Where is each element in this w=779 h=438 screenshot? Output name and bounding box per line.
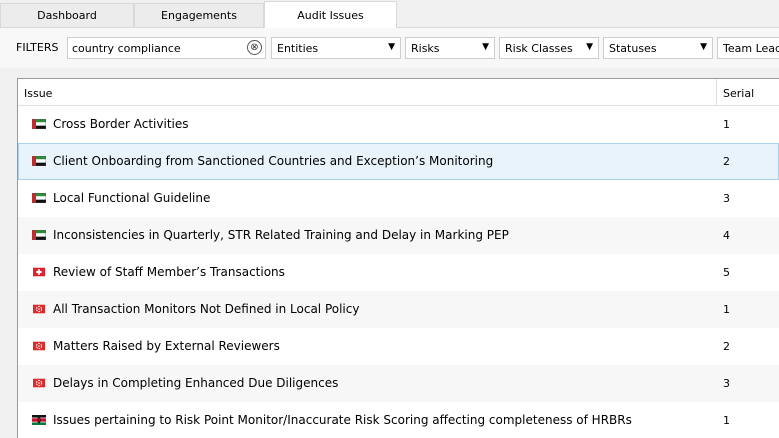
tab-dashboard[interactable]: Dashboard: [0, 3, 134, 27]
risks-dropdown[interactable]: Risks ▼: [405, 37, 495, 59]
issue-title: Delays in Completing Enhanced Due Dilige…: [53, 376, 339, 390]
dropdown-label: Statuses: [609, 42, 657, 55]
tab-audit-issues[interactable]: Audit Issues: [264, 1, 397, 28]
team-leads-dropdown[interactable]: Team Leads: [717, 37, 779, 59]
issue-serial: 2: [723, 155, 730, 168]
table-row[interactable]: Inconsistencies in Quarterly, STR Relate…: [18, 217, 779, 254]
swiss-flag-icon: [33, 267, 45, 277]
issue-serial: 1: [723, 303, 730, 316]
table-row[interactable]: Delays in Completing Enhanced Due Dilige…: [18, 365, 779, 402]
issue-title: Matters Raised by External Reviewers: [53, 339, 280, 353]
dropdown-label: Team Leads: [723, 42, 779, 55]
dropdown-label: Entities: [277, 42, 319, 55]
issue-serial: 2: [723, 340, 730, 353]
issue-title: Inconsistencies in Quarterly, STR Relate…: [53, 228, 509, 242]
kenya-flag-icon: [32, 415, 46, 425]
table-row[interactable]: Review of Staff Member’s Transactions 5: [18, 254, 779, 291]
dropdown-label: Risk Classes: [505, 42, 573, 55]
chevron-down-icon: ▼: [482, 42, 489, 52]
table-row[interactable]: Local Functional Guideline 3: [18, 180, 779, 217]
issue-title: Review of Staff Member’s Transactions: [53, 265, 285, 279]
issue-title: Cross Border Activities: [53, 117, 189, 131]
table-row[interactable]: Issues pertaining to Risk Point Monitor/…: [18, 402, 779, 438]
hong-kong-flag-icon: [33, 378, 45, 388]
issue-serial: 3: [723, 377, 730, 390]
search-input[interactable]: country compliance ⊗: [67, 37, 266, 59]
tab-label: Engagements: [161, 9, 237, 22]
issue-serial: 3: [723, 192, 730, 205]
table-header: Issue Serial: [18, 79, 779, 106]
issue-serial: 5: [723, 266, 730, 279]
issue-serial: 1: [723, 414, 730, 427]
table-row[interactable]: All Transaction Monitors Not Defined in …: [18, 291, 779, 328]
issue-serial: 1: [723, 118, 730, 131]
tab-engagements[interactable]: Engagements: [134, 3, 264, 27]
chevron-down-icon: ▼: [388, 42, 395, 52]
filters-label: FILTERS: [16, 41, 59, 54]
entities-dropdown[interactable]: Entities ▼: [271, 37, 401, 59]
filter-bar: FILTERS country compliance ⊗ Entities ▼ …: [0, 28, 779, 68]
column-divider: [716, 79, 717, 105]
issue-title: All Transaction Monitors Not Defined in …: [53, 302, 360, 316]
uae-flag-icon: [32, 156, 46, 166]
hong-kong-flag-icon: [33, 341, 45, 351]
uae-flag-icon: [32, 230, 46, 240]
hong-kong-flag-icon: [33, 304, 45, 314]
issue-serial: 4: [723, 229, 730, 242]
risk-classes-dropdown[interactable]: Risk Classes ▼: [499, 37, 599, 59]
dropdown-label: Risks: [411, 42, 440, 55]
issue-title: Issues pertaining to Risk Point Monitor/…: [53, 413, 632, 427]
uae-flag-icon: [32, 119, 46, 129]
table-row-selected[interactable]: Client Onboarding from Sanctioned Countr…: [18, 143, 779, 180]
chevron-down-icon: ▼: [586, 42, 593, 52]
tab-bar: Dashboard Engagements Audit Issues: [0, 0, 779, 28]
table-row[interactable]: Cross Border Activities 1: [18, 106, 779, 143]
column-header-serial[interactable]: Serial: [723, 87, 754, 100]
table-row[interactable]: Matters Raised by External Reviewers 2: [18, 328, 779, 365]
statuses-dropdown[interactable]: Statuses ▼: [603, 37, 713, 59]
search-value: country compliance: [72, 42, 181, 55]
uae-flag-icon: [32, 193, 46, 203]
column-header-issue[interactable]: Issue: [24, 87, 52, 100]
issue-title: Client Onboarding from Sanctioned Countr…: [53, 154, 494, 168]
tab-label: Audit Issues: [297, 8, 364, 22]
chevron-down-icon: ▼: [700, 42, 707, 52]
issue-title: Local Functional Guideline: [53, 191, 211, 205]
clear-search-icon[interactable]: ⊗: [247, 40, 262, 55]
issues-table: Issue Serial Cross Border Activities 1 C…: [17, 78, 779, 438]
tab-label: Dashboard: [37, 9, 97, 22]
